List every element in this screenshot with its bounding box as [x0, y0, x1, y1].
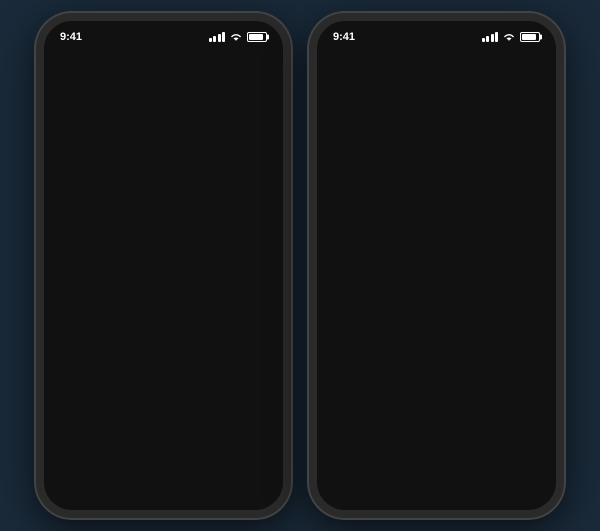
passcode-label-right: Passcode: [381, 268, 438, 283]
notch-left: [119, 21, 209, 43]
tab-watch-label-left: My Watch: [62, 484, 102, 494]
cellular-icon-right: 📶: [345, 139, 371, 165]
byword-subtitle-left: From "Juli's New MacBook Pro": [111, 426, 252, 437]
battery-icon-left: [247, 32, 267, 42]
tab-app-store-left[interactable]: A App Store: [225, 460, 265, 494]
wifi-icon-left: [229, 32, 243, 42]
brightness-icon-right: Aa: [345, 180, 371, 206]
status-time-right: 9:41: [333, 31, 355, 43]
notch-right: [392, 21, 482, 43]
tab-bar-left: My Watch ⧉ Face Gallery A App Store: [44, 450, 283, 510]
byword-title-left: Byword: [111, 412, 252, 426]
tab-watch-icon-right: [336, 460, 358, 482]
tab-my-watch-right[interactable]: My Watch: [327, 460, 367, 494]
byword-icon-right: B: [344, 409, 374, 439]
privacy-label-right: Privacy: [381, 350, 424, 365]
status-time-left: 9:41: [60, 31, 82, 43]
tab-search-label-right: Search: [517, 484, 546, 494]
comment-badge-left: ↩ 219 comments: [201, 173, 255, 182]
tab-search-icon-right: 🔍: [521, 460, 543, 482]
watch-app-icon-right: [359, 66, 381, 88]
watch-icon-left: [89, 69, 105, 85]
byword-icon-left: B: [71, 409, 101, 439]
phone-left: 9:41 ‹: [36, 13, 291, 518]
tab-watch-label-right: My Watch: [327, 484, 367, 494]
back-arrow-left[interactable]: ‹: [63, 217, 68, 235]
battery-icon-right: [520, 32, 540, 42]
section-divider-right: [331, 378, 542, 386]
byword-bar-right[interactable]: B Byword From "Juli's New MacBook Pro": [331, 403, 542, 445]
tab-face-icon-right: ⧉: [401, 460, 423, 482]
sos-label-right: Emergency SOS: [381, 309, 478, 324]
tab-search-right[interactable]: 🔍 Search: [517, 460, 546, 494]
privacy-icon-right: 🤚: [345, 344, 371, 370]
section-divider-left: [58, 378, 269, 386]
brightness-icon-left: Aa: [72, 180, 98, 206]
phone-left-screen: 9:41 ‹: [44, 21, 283, 510]
privacy-icon-left: 🤚: [72, 344, 98, 370]
byword-subtitle-right: From "Juli's New MacBook Pro": [384, 426, 525, 437]
status-icons-right: [482, 32, 541, 42]
sos-label-left: Emergency SOS: [108, 309, 205, 324]
watch-icon-right: [362, 69, 378, 85]
cellular-label-right: Cellular: [381, 145, 425, 160]
phone-right-screen: 9:41 ‹: [317, 21, 556, 510]
tab-my-watch-left[interactable]: My Watch: [62, 460, 102, 494]
tab-face-gallery-left[interactable]: ⧉ Face Gallery: [138, 460, 189, 494]
signal-icon-right: [482, 32, 499, 42]
news-overlay-right: Following the models, iFixit la version …: [469, 59, 556, 357]
tab-face-gallery-right[interactable]: ⧉ Face Gallery: [387, 460, 438, 494]
tab-face-label-left: Face Gallery: [138, 484, 189, 494]
byword-title-right: Byword: [384, 412, 525, 426]
sounds-icon-right: 🔔: [345, 221, 371, 247]
comment-badge-right: ↩ 219 comments: [474, 147, 528, 156]
activity-icon-right: ◉: [345, 393, 371, 396]
passcode-label-left: Passcode: [108, 268, 165, 283]
menu-item-activity-left[interactable]: ◉ Activity ›: [58, 386, 269, 396]
watch-app-icon-left: [86, 66, 108, 88]
tab-appstore-label-right: App Store: [458, 484, 498, 494]
sounds-icon-left: 🔔: [72, 221, 98, 247]
tab-appstore-label-left: App Store: [225, 484, 265, 494]
cellular-icon-left: 📶: [72, 139, 98, 165]
tab-appstore-icon-left: A: [234, 460, 256, 482]
tab-appstore-icon-right: A: [467, 460, 489, 482]
phone-right: 9:41 ‹: [309, 13, 564, 518]
cellular-label-left: Cellular: [108, 145, 152, 160]
tab-face-label-right: Face Gallery: [387, 484, 438, 494]
byword-text-left: Byword From "Juli's New MacBook Pro": [111, 412, 252, 437]
wifi-icon-right: [502, 32, 516, 42]
back-arrow-right[interactable]: ‹: [336, 217, 341, 235]
sos-icon-right: SOS: [345, 303, 371, 329]
byword-text-right: Byword From "Juli's New MacBook Pro": [384, 412, 525, 437]
signal-icon-left: [209, 32, 226, 42]
tab-bar-right: My Watch ⧉ Face Gallery A App Store 🔍 Se…: [317, 450, 556, 510]
passcode-icon-left: 🔒: [72, 262, 98, 288]
byword-bar-left[interactable]: B Byword From "Juli's New MacBook Pro": [58, 403, 269, 445]
status-icons-left: [209, 32, 268, 42]
tab-watch-icon-left: [71, 460, 93, 482]
menu-item-activity-right[interactable]: ◉ Activity ›: [331, 386, 542, 396]
news-overlay-left: iFixit Tests Sili MacBook Pro K Jul 19, …: [196, 59, 283, 357]
tab-face-icon-left: ⧉: [152, 460, 174, 482]
tab-app-store-right[interactable]: A App Store: [458, 460, 498, 494]
activity-icon-left: ◉: [72, 393, 98, 396]
privacy-label-left: Privacy: [108, 350, 151, 365]
sos-icon-left: SOS: [72, 303, 98, 329]
passcode-icon-right: 🔒: [345, 262, 371, 288]
